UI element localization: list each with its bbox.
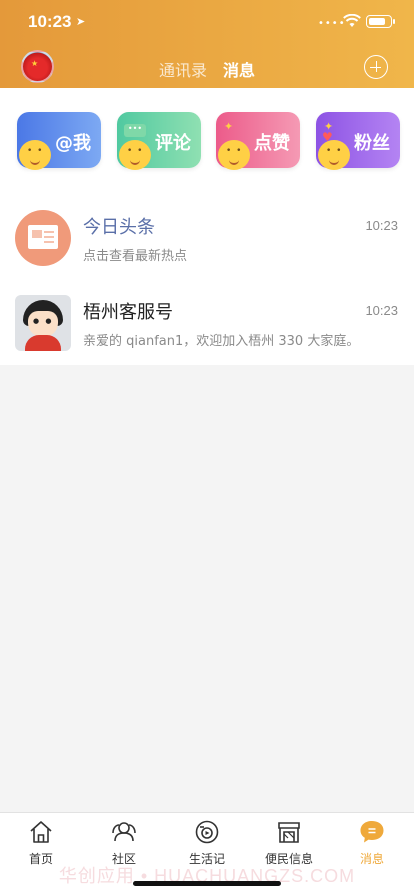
user-avatar[interactable]: ★ — [21, 50, 54, 83]
message-preview: 点击查看最新热点 — [83, 249, 188, 264]
message-row-headlines[interactable]: 今日头条 10:23 点击查看最新热点 — [0, 210, 414, 294]
cellular-signal-icon: •••• — [318, 18, 346, 29]
nav-messages[interactable]: 消息 — [337, 819, 407, 867]
tab-contacts[interactable]: 通讯录 — [159, 57, 207, 81]
location-arrow-icon: ➤ — [76, 15, 86, 28]
wifi-icon — [343, 14, 361, 27]
life-record-icon — [195, 820, 219, 844]
message-icon — [360, 821, 384, 843]
quick-action-mentions[interactable]: @我 — [17, 112, 101, 170]
nav-community[interactable]: 社区 — [89, 819, 159, 867]
quick-action-label: 粉丝 — [354, 133, 390, 154]
quick-action-label: 点赞 — [254, 133, 290, 154]
status-bar: 10:23 ➤ •••• — [0, 0, 414, 44]
add-button[interactable] — [364, 55, 388, 79]
emoji-face-icon — [19, 140, 51, 170]
quick-action-label: @我 — [55, 133, 91, 154]
message-title: 梧州客服号 — [83, 302, 173, 323]
quick-action-comments[interactable]: ••• 评论 — [117, 112, 201, 170]
message-preview: 亲爱的 qianfan1，欢迎加入梧州 330 大家庭。 — [83, 334, 360, 349]
quick-action-likes[interactable]: ✦ 点赞 — [216, 112, 300, 170]
home-icon — [30, 821, 52, 843]
nav-life-record[interactable]: 生活记 — [172, 819, 242, 867]
battery-icon — [366, 15, 395, 28]
newspaper-icon — [15, 210, 71, 266]
quick-action-label: 评论 — [155, 133, 191, 154]
nav-convenience-info[interactable]: 便民信息 — [254, 819, 324, 867]
status-time: 10:23 — [28, 12, 72, 31]
comment-bubble-icon: ••• — [124, 124, 146, 137]
message-time: 10:23 — [365, 303, 398, 318]
message-title: 今日头条 — [83, 217, 155, 238]
quick-action-fans[interactable]: ✦ ♥ 粉丝 — [316, 112, 400, 170]
store-icon — [278, 822, 300, 843]
message-row-service[interactable]: 梧州客服号 10:23 亲爱的 qianfan1，欢迎加入梧州 330 大家庭。 — [0, 295, 414, 379]
community-icon — [112, 822, 136, 842]
sparkle-icon: ✦ — [224, 120, 234, 133]
emoji-face-icon — [119, 140, 151, 170]
message-panel: @我 ••• 评论 ✦ 点赞 ✦ ♥ 粉丝 今日头条 10:23 点击查看最新热… — [0, 88, 414, 365]
nav-home[interactable]: 首页 — [6, 819, 76, 867]
emoji-face-icon — [218, 140, 250, 170]
tab-messages[interactable]: 消息 — [223, 57, 255, 81]
service-avatar — [15, 295, 71, 351]
emoji-face-icon — [318, 140, 350, 170]
home-indicator — [133, 881, 281, 886]
message-time: 10:23 — [365, 218, 398, 233]
header-bar: 10:23 ➤ •••• ★ 通讯录 消息 — [0, 0, 414, 88]
